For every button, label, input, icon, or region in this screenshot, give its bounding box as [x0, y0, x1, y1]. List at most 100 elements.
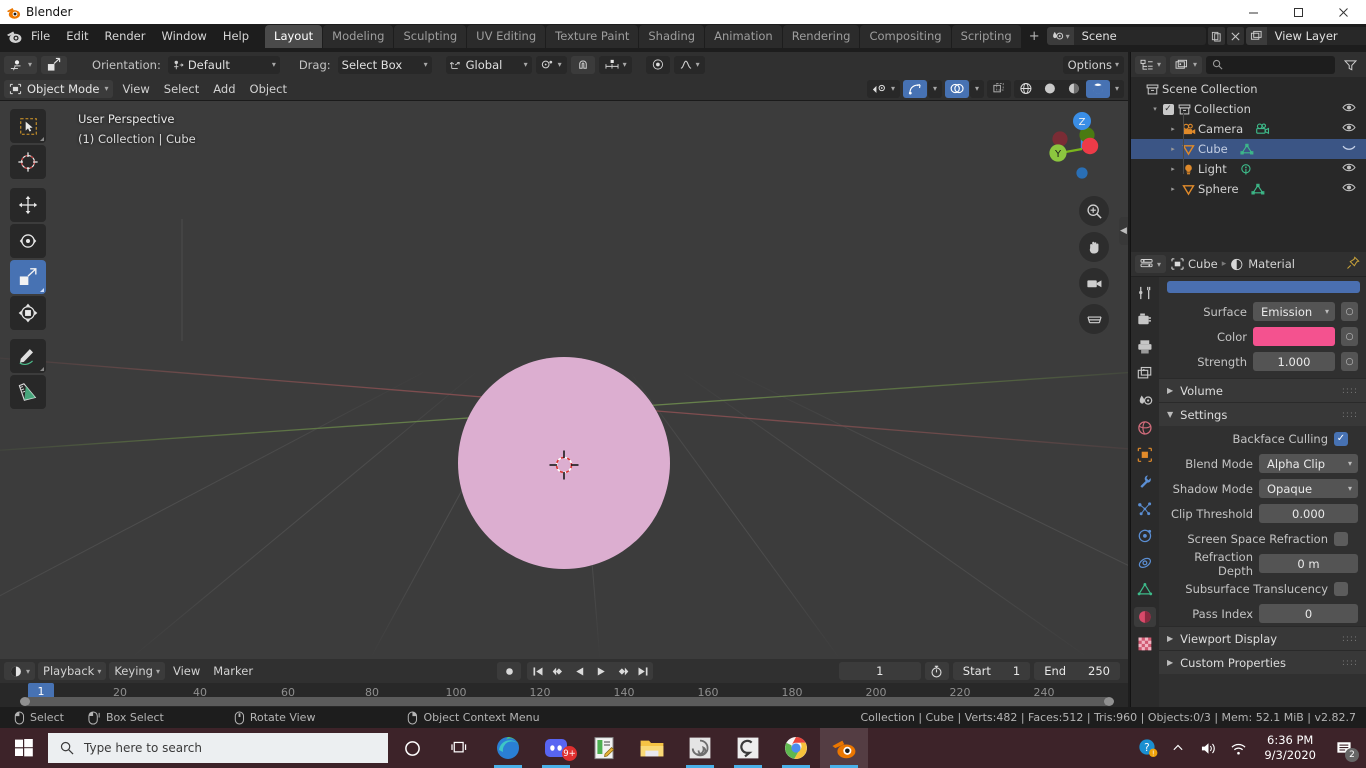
- viewport-menu-object[interactable]: Object: [244, 79, 292, 98]
- add-workspace-button[interactable]: +: [1022, 26, 1047, 47]
- hide-in-viewport-toggle[interactable]: [1342, 182, 1356, 196]
- outliner-filter-icon[interactable]: [1339, 55, 1362, 74]
- menu-file[interactable]: File: [23, 26, 58, 46]
- hide-in-viewport-toggle[interactable]: [1342, 122, 1356, 136]
- camera-data-icon[interactable]: [1255, 122, 1270, 136]
- blend-mode-dropdown[interactable]: Alpha Clip: [1259, 454, 1358, 473]
- object-data-tab[interactable]: [1134, 580, 1156, 600]
- texture-tab[interactable]: [1134, 634, 1156, 654]
- tool-move[interactable]: [10, 188, 46, 222]
- tab-sculpting[interactable]: Sculpting: [394, 24, 467, 48]
- show-hidden-icons-chevron-icon[interactable]: [1164, 728, 1192, 768]
- taskbar-app-spiral[interactable]: [676, 728, 724, 768]
- gizmo-options-dropdown[interactable]: ▾: [927, 79, 942, 98]
- tool-tweak[interactable]: [10, 109, 46, 143]
- particles-tab[interactable]: [1134, 499, 1156, 519]
- render-tab[interactable]: [1134, 310, 1156, 330]
- timeline-scrollbar[interactable]: [0, 697, 1128, 706]
- play-button[interactable]: [590, 662, 611, 680]
- view-layer-tab[interactable]: [1134, 364, 1156, 384]
- material-slot-selected-strip[interactable]: [1167, 281, 1360, 293]
- menu-window[interactable]: Window: [153, 26, 214, 46]
- taskbar-app-quizlet[interactable]: [724, 728, 772, 768]
- taskbar-app-chrome[interactable]: [772, 728, 820, 768]
- output-tab[interactable]: [1134, 337, 1156, 357]
- notification-center-icon[interactable]: 2: [1328, 728, 1362, 768]
- tab-texture-paint[interactable]: Texture Paint: [546, 24, 639, 48]
- surface-link-button[interactable]: ○: [1341, 302, 1358, 321]
- disclosure-triangle-icon[interactable]: ▸: [1167, 165, 1179, 173]
- hide-in-viewport-toggle[interactable]: [1342, 162, 1356, 176]
- tab-modeling[interactable]: Modeling: [323, 24, 394, 48]
- xray-toggle[interactable]: [986, 79, 1011, 98]
- taskbar-app-file-explorer[interactable]: [628, 728, 676, 768]
- mesh-data-icon[interactable]: [1250, 183, 1265, 196]
- tab-compositing[interactable]: Compositing: [860, 24, 951, 48]
- breadcrumb-object-name[interactable]: Cube: [1188, 257, 1218, 271]
- camera-view-button[interactable]: [1079, 268, 1109, 298]
- current-frame-field[interactable]: 1: [838, 662, 921, 680]
- options-dropdown[interactable]: Options ▾: [1062, 55, 1124, 74]
- active-tool-icon[interactable]: ▾: [4, 55, 38, 74]
- clip-threshold-field[interactable]: 0.000: [1259, 504, 1358, 523]
- tool-rotate[interactable]: [10, 224, 46, 258]
- view-layer-selector[interactable]: View Layer: [1245, 27, 1366, 45]
- snap-target-dropdown[interactable]: ▾: [598, 55, 632, 74]
- taskbar-app-notepad[interactable]: [580, 728, 628, 768]
- backface-culling-checkbox[interactable]: ✓: [1334, 431, 1348, 446]
- hide-in-viewport-toggle[interactable]: [1342, 142, 1356, 156]
- scene-selector[interactable]: ▾ Scene: [1046, 27, 1206, 45]
- blender-logo-icon[interactable]: [6, 29, 23, 44]
- overlays-options-dropdown[interactable]: ▾: [969, 79, 984, 98]
- outliner-editor-type-icon[interactable]: ▾: [1135, 55, 1167, 74]
- outliner-row-collection[interactable]: ▾ ✓ Collection: [1131, 99, 1366, 119]
- tab-scripting[interactable]: Scripting: [951, 24, 1021, 48]
- cortana-icon[interactable]: [388, 728, 436, 768]
- shading-rendered-button[interactable]: [1085, 79, 1110, 98]
- settings-panel-header[interactable]: ▼ Settings ::::: [1159, 402, 1366, 426]
- surface-dropdown[interactable]: Emission: [1253, 302, 1335, 321]
- color-link-button[interactable]: ○: [1341, 327, 1358, 346]
- timeline-editor-type-icon[interactable]: ▾: [4, 662, 36, 680]
- shading-solid-button[interactable]: [1037, 79, 1062, 98]
- menu-edit[interactable]: Edit: [58, 26, 96, 46]
- pivot-point-dropdown[interactable]: ▾: [535, 55, 567, 74]
- menu-render[interactable]: Render: [97, 26, 154, 46]
- shading-options-dropdown[interactable]: ▾: [1109, 79, 1124, 98]
- navigation-gizmo[interactable]: Y Z: [1036, 105, 1110, 179]
- object-tab[interactable]: [1134, 445, 1156, 465]
- scale-tool-preview-icon[interactable]: [41, 55, 68, 74]
- strength-field[interactable]: 1.000: [1253, 352, 1335, 371]
- constraints-tab[interactable]: [1134, 553, 1156, 573]
- volume-panel-header[interactable]: ▶ Volume ::::: [1159, 378, 1366, 402]
- show-overlays-toggle[interactable]: [944, 79, 969, 98]
- visibility-selectability-dropdown[interactable]: ▾: [866, 79, 900, 98]
- shading-wireframe-button[interactable]: [1013, 79, 1038, 98]
- outliner-search-input[interactable]: [1206, 55, 1335, 74]
- transform-orientation-dropdown[interactable]: Global ▾: [445, 55, 532, 74]
- world-tab[interactable]: [1134, 418, 1156, 438]
- jump-to-end-button[interactable]: [632, 662, 653, 680]
- disclosure-triangle-icon[interactable]: ▾: [1149, 105, 1161, 113]
- strength-link-button[interactable]: ○: [1341, 352, 1358, 371]
- viewport-display-panel-header[interactable]: ▶ Viewport Display ::::: [1159, 626, 1366, 650]
- taskbar-clock[interactable]: 6:36 PM 9/3/2020: [1254, 733, 1326, 763]
- custom-properties-panel-header[interactable]: ▶ Custom Properties ::::: [1159, 650, 1366, 674]
- show-gizmo-toggle[interactable]: [902, 79, 927, 98]
- color-swatch[interactable]: [1253, 327, 1335, 346]
- start-button[interactable]: [0, 728, 48, 768]
- tab-rendering[interactable]: Rendering: [782, 24, 860, 48]
- refraction-depth-field[interactable]: 0 m: [1259, 554, 1358, 573]
- material-tab[interactable]: [1134, 607, 1156, 627]
- taskbar-app-edge[interactable]: [484, 728, 532, 768]
- auto-keyframe-button[interactable]: [497, 662, 522, 680]
- pass-index-field[interactable]: 0: [1259, 604, 1358, 623]
- hide-in-viewport-toggle[interactable]: [1342, 102, 1356, 116]
- taskbar-app-blender[interactable]: [820, 728, 868, 768]
- scene-browse-icon[interactable]: ▾: [1046, 27, 1074, 45]
- viewport-menu-select[interactable]: Select: [158, 79, 205, 98]
- unlink-scene-button[interactable]: [1226, 27, 1244, 45]
- taskbar-search-input[interactable]: Type here to search: [48, 733, 388, 763]
- timeline-menu-view[interactable]: View: [168, 662, 206, 680]
- timeline-scroll-left-knob[interactable]: [20, 697, 30, 706]
